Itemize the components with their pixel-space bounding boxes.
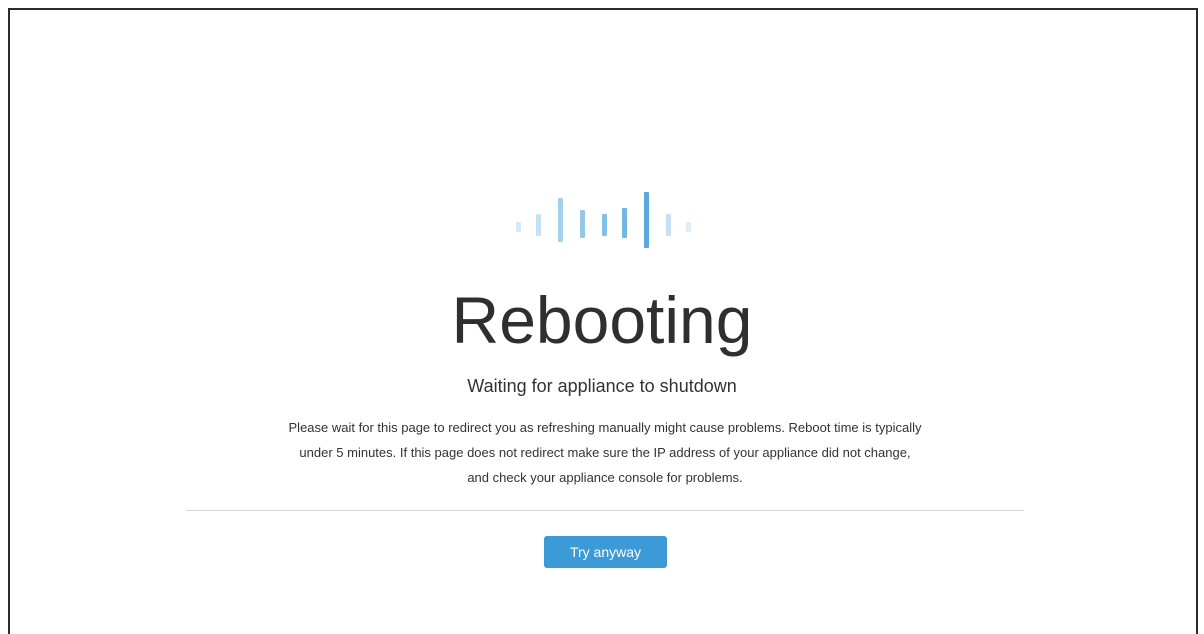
divider	[186, 510, 1024, 511]
info-message-line-1: Please wait for this page to redirect yo…	[288, 420, 922, 435]
logo-bar-2	[536, 214, 541, 236]
logo-bar-9	[686, 222, 691, 232]
page-title: Rebooting	[451, 283, 753, 357]
logo-bar-4	[580, 210, 585, 238]
logo-bar-8	[666, 214, 671, 236]
logo-bar-7	[644, 192, 649, 248]
info-message: Please wait for this page to redirect yo…	[180, 415, 1030, 490]
logo-bar-5	[602, 214, 607, 236]
logo-bar-1	[516, 222, 521, 232]
info-message-line-3: and check your appliance console for pro…	[467, 470, 743, 485]
logo-bar-6	[622, 208, 627, 238]
info-message-line-2: under 5 minutes. If this page does not r…	[299, 445, 911, 460]
cisco-bars-icon	[516, 192, 692, 250]
status-subtitle: Waiting for appliance to shutdown	[467, 376, 737, 396]
try-anyway-button[interactable]: Try anyway	[544, 536, 667, 568]
logo-bar-3	[558, 198, 563, 242]
